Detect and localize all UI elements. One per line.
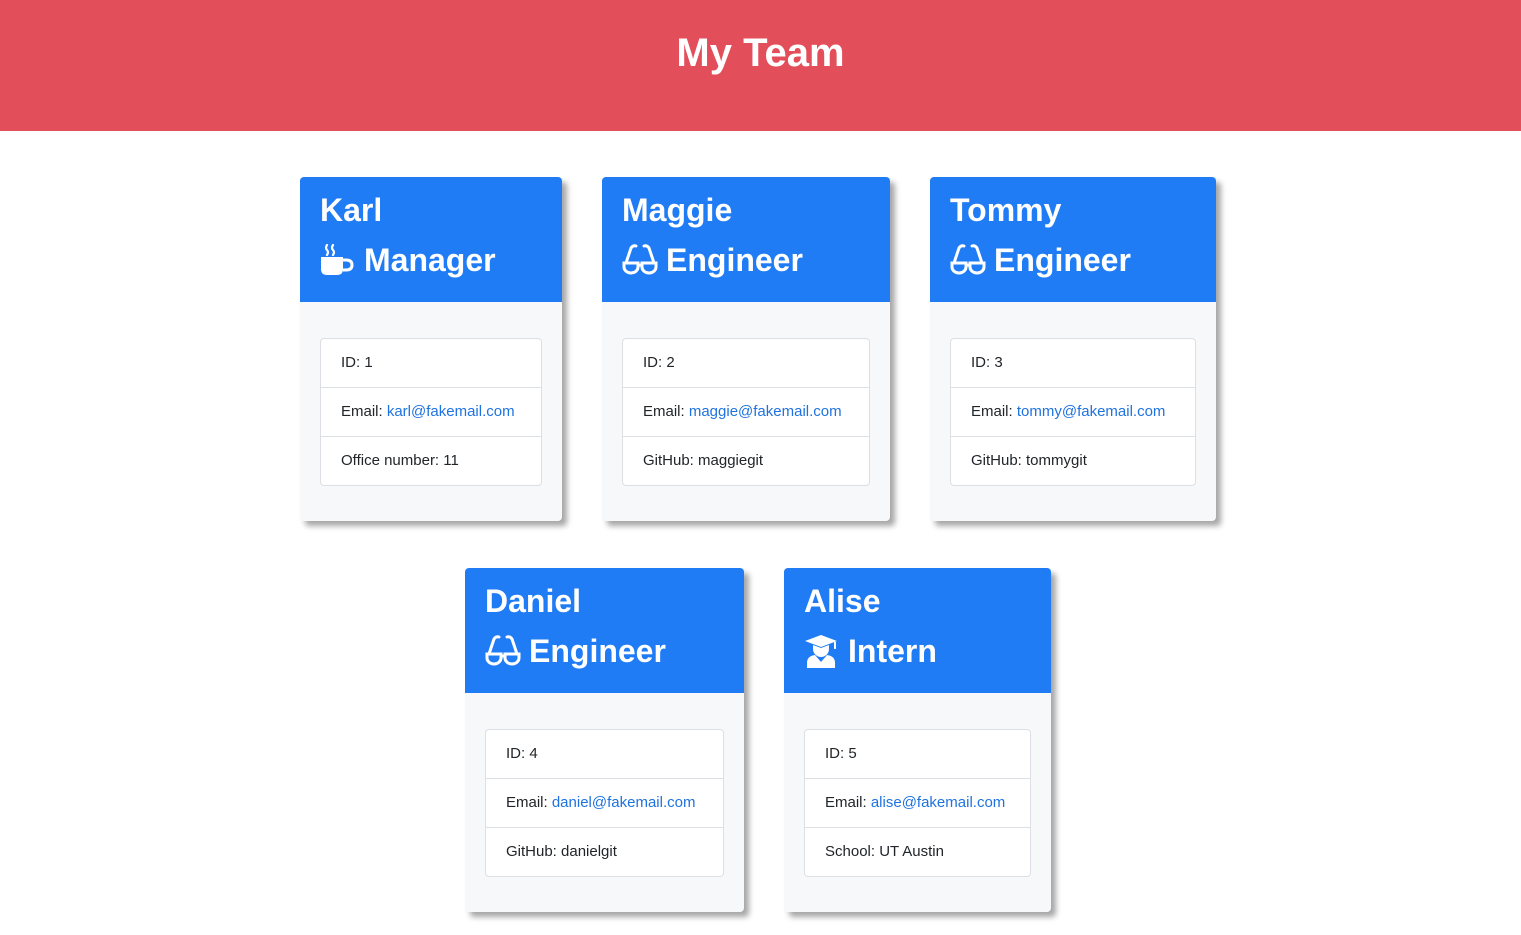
- employee-email: Email: daniel@fakemail.com: [486, 778, 723, 827]
- role-label: Intern: [848, 633, 937, 669]
- employee-role: Intern: [804, 632, 937, 670]
- email-link[interactable]: alise@fakemail.com: [871, 794, 1005, 811]
- page-title: My Team: [676, 31, 845, 75]
- employee-name: Karl: [320, 192, 383, 228]
- employee-card: Maggie Engineer ID: 2 Email: maggie@fake…: [602, 177, 890, 521]
- email-link[interactable]: maggie@fakemail.com: [689, 403, 842, 420]
- employee-role: Engineer: [485, 632, 666, 670]
- coffee-icon: [320, 243, 356, 277]
- employee-office-number: Office number: 11: [321, 436, 541, 485]
- email-label: Email:: [643, 403, 689, 420]
- employee-details: ID: 2 Email: maggie@fakemail.com GitHub:…: [622, 338, 870, 486]
- employee-email: Email: tommy@fakemail.com: [951, 387, 1195, 436]
- glasses-icon: [950, 243, 986, 277]
- card-header: Karl Manager: [300, 177, 562, 302]
- employee-github: GitHub: maggiegit: [623, 436, 869, 485]
- employee-role: Manager: [320, 241, 496, 279]
- employee-id: ID: 3: [971, 354, 1003, 371]
- employee-role: Engineer: [622, 241, 803, 279]
- graduate-icon: [804, 634, 840, 668]
- employee-id: ID: 5: [825, 745, 857, 762]
- employee-role: Engineer: [950, 241, 1131, 279]
- employee-name: Alise: [804, 583, 881, 619]
- email-link[interactable]: karl@fakemail.com: [387, 403, 515, 420]
- employee-card: Alise Intern ID: 5 Email: alise@fakemail…: [784, 568, 1051, 912]
- employee-name: Tommy: [950, 192, 1062, 228]
- email-label: Email:: [825, 794, 871, 811]
- employee-name: Maggie: [622, 192, 733, 228]
- employee-school: School: UT Austin: [805, 827, 1030, 876]
- email-link[interactable]: daniel@fakemail.com: [552, 794, 696, 811]
- card-header: Maggie Engineer: [602, 177, 890, 302]
- employee-email: Email: alise@fakemail.com: [805, 778, 1030, 827]
- role-label: Manager: [364, 242, 496, 278]
- email-label: Email:: [971, 403, 1017, 420]
- employee-id: ID: 2: [643, 354, 675, 371]
- employee-id: ID: 1: [341, 354, 373, 371]
- employee-details: ID: 3 Email: tommy@fakemail.com GitHub: …: [950, 338, 1196, 486]
- card-header: Tommy Engineer: [930, 177, 1216, 302]
- card-header: Alise Intern: [784, 568, 1051, 693]
- employee-details: ID: 5 Email: alise@fakemail.com School: …: [804, 729, 1031, 877]
- glasses-icon: [485, 634, 521, 668]
- employee-card: Daniel Engineer ID: 4 Email: daniel@fake…: [465, 568, 744, 912]
- employee-github: GitHub: danielgit: [486, 827, 723, 876]
- role-label: Engineer: [994, 242, 1131, 278]
- employee-card: Tommy Engineer ID: 3 Email: tommy@fakema…: [930, 177, 1216, 521]
- email-label: Email:: [341, 403, 387, 420]
- role-label: Engineer: [666, 242, 803, 278]
- employee-email: Email: karl@fakemail.com: [321, 387, 541, 436]
- employee-card: Karl Manager ID: 1 Email: karl@fakemail.…: [300, 177, 562, 521]
- employee-id: ID: 4: [506, 745, 538, 762]
- employee-details: ID: 1 Email: karl@fakemail.com Office nu…: [320, 338, 542, 486]
- email-link[interactable]: tommy@fakemail.com: [1017, 403, 1166, 420]
- card-header: Daniel Engineer: [465, 568, 744, 693]
- employee-name: Daniel: [485, 583, 582, 619]
- email-label: Email:: [506, 794, 552, 811]
- employee-github: GitHub: tommygit: [951, 436, 1195, 485]
- employee-email: Email: maggie@fakemail.com: [623, 387, 869, 436]
- glasses-icon: [622, 243, 658, 277]
- employee-details: ID: 4 Email: daniel@fakemail.com GitHub:…: [485, 729, 724, 877]
- role-label: Engineer: [529, 633, 666, 669]
- page-header: My Team: [0, 0, 1521, 131]
